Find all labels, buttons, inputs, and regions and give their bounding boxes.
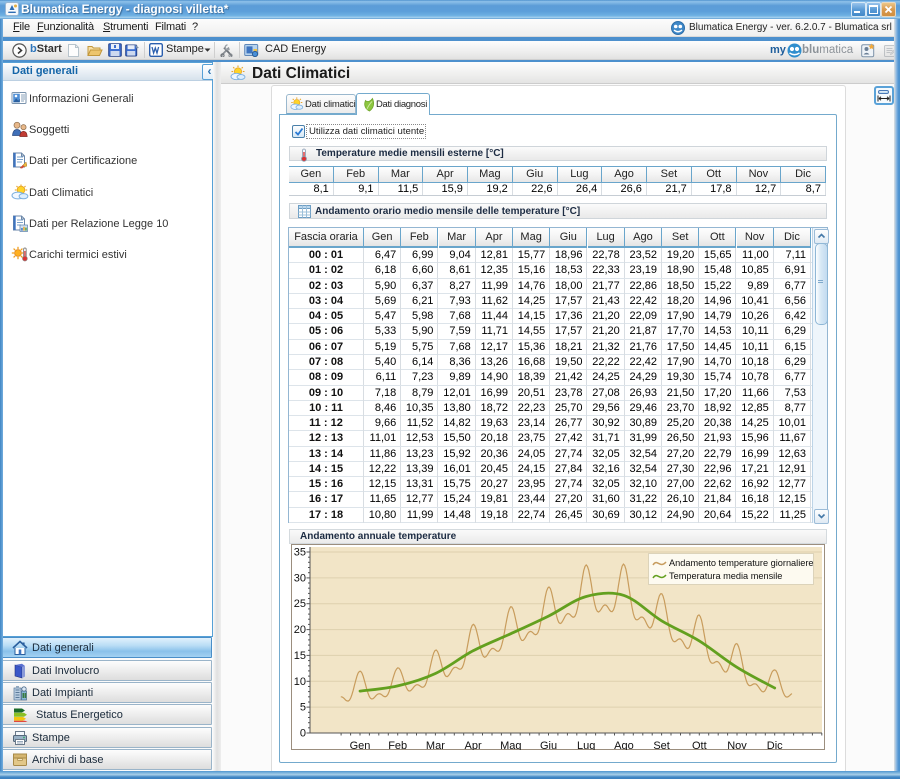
svg-text:Mar: Mar <box>426 740 445 750</box>
svg-text:10: 10 <box>294 676 306 688</box>
svg-text:Lug: Lug <box>577 740 595 750</box>
svg-text:Ago: Ago <box>614 740 634 750</box>
svg-text:Apr: Apr <box>465 740 482 750</box>
svg-text:Temperatura media mensile: Temperatura media mensile <box>669 571 782 581</box>
svg-text:Nov: Nov <box>727 740 747 750</box>
svg-text:Set: Set <box>653 740 670 750</box>
svg-text:15: 15 <box>294 650 306 662</box>
svg-text:25: 25 <box>294 598 306 610</box>
svg-text:0: 0 <box>300 728 306 740</box>
svg-text:35: 35 <box>294 547 306 559</box>
svg-text:Mag: Mag <box>500 740 521 750</box>
svg-text:Giu: Giu <box>540 740 557 750</box>
svg-text:Dic: Dic <box>767 740 783 750</box>
svg-text:Feb: Feb <box>388 740 407 750</box>
svg-text:5: 5 <box>300 702 306 714</box>
svg-text:20: 20 <box>294 624 306 636</box>
svg-text:Andamento temperature giornali: Andamento temperature giornaliere <box>669 558 814 568</box>
svg-text:Gen: Gen <box>350 740 371 750</box>
svg-text:Ott: Ott <box>692 740 707 750</box>
svg-text:30: 30 <box>294 572 306 584</box>
